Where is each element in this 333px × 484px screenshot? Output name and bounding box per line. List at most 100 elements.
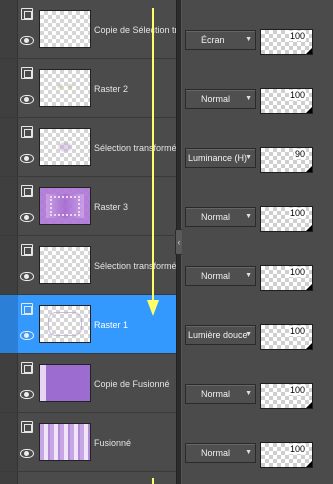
opacity-field[interactable]: 100	[260, 206, 313, 232]
blend-mode-value: Lumière douce	[188, 330, 248, 340]
opacity-value: 100	[288, 31, 306, 41]
layer-row[interactable]: Raster 2	[0, 59, 176, 118]
layer-thumbnail	[39, 423, 91, 461]
opacity-slider-handle[interactable]	[306, 461, 312, 467]
chevron-down-icon: ▼	[245, 272, 252, 279]
blend-mode-value: Normal	[201, 448, 231, 458]
opacity-slider-handle[interactable]	[306, 166, 312, 172]
annotation-arrow-line	[152, 8, 154, 304]
opacity-field[interactable]: 100	[260, 442, 313, 468]
blend-mode-value: Luminance (H)	[188, 153, 248, 163]
opacity-field[interactable]: 100	[260, 265, 313, 291]
chevron-down-icon: ▼	[245, 390, 252, 397]
row-gutter	[0, 354, 18, 412]
eye-icon[interactable]	[20, 390, 34, 399]
link-icon[interactable]	[21, 8, 33, 20]
eye-icon[interactable]	[20, 36, 34, 45]
layer-properties-row: Luminance (H) ▼ 90	[182, 128, 333, 187]
layer-properties-row: Normal ▼ 100	[182, 364, 333, 423]
opacity-slider-handle[interactable]	[306, 284, 312, 290]
link-icon[interactable]	[21, 185, 33, 197]
eye-icon[interactable]	[20, 272, 34, 281]
layer-thumbnail	[39, 246, 91, 284]
row-gutter	[0, 295, 18, 353]
layer-name[interactable]: Sélection transformée	[94, 261, 176, 271]
opacity-value: 100	[288, 385, 306, 395]
blend-mode-dropdown[interactable]: Luminance (H) ▼	[185, 148, 256, 168]
blend-mode-dropdown[interactable]: Normal ▼	[185, 89, 256, 109]
chevron-down-icon: ▼	[245, 36, 252, 43]
opacity-value: 100	[288, 90, 306, 100]
layer-name[interactable]: Raster 1	[94, 320, 176, 330]
link-icon[interactable]	[21, 126, 33, 138]
opacity-field[interactable]: 100	[260, 88, 313, 114]
blend-mode-value: Normal	[201, 271, 231, 281]
layer-name[interactable]: Copie de Sélection transformée	[94, 25, 176, 35]
layer-properties-row: Écran ▼ 100	[182, 10, 333, 69]
layer-row[interactable]: Copie de Sélection transformée	[0, 0, 176, 59]
layer-properties-row: Normal ▼ 100	[182, 69, 333, 128]
opacity-field[interactable]: 100	[260, 29, 313, 55]
opacity-slider-handle[interactable]	[306, 107, 312, 113]
link-icon[interactable]	[21, 421, 33, 433]
annotation-arrow-stub	[152, 478, 154, 484]
eye-icon[interactable]	[20, 331, 34, 340]
layer-row[interactable]: Sélection transformée	[0, 118, 176, 177]
layer-name[interactable]: Raster 3	[94, 202, 176, 212]
layer-name[interactable]: Raster 2	[94, 84, 176, 94]
layer-name[interactable]: Fusionné	[94, 438, 176, 448]
layer-name[interactable]: Sélection transformée	[94, 143, 176, 153]
link-icon[interactable]	[21, 362, 33, 374]
opacity-field[interactable]: 90	[260, 147, 313, 173]
opacity-field[interactable]: 100	[260, 383, 313, 409]
chevron-down-icon: ▼	[245, 95, 252, 102]
eye-icon[interactable]	[20, 213, 34, 222]
layer-thumbnail	[39, 10, 91, 48]
layer-row[interactable]: Copie de Fusionné	[0, 354, 176, 413]
blend-mode-value: Écran	[201, 35, 225, 45]
opacity-slider-handle[interactable]	[306, 343, 312, 349]
layer-row[interactable]: Raster 3	[0, 177, 176, 236]
row-gutter	[0, 118, 18, 176]
row-gutter	[0, 59, 18, 117]
opacity-slider-handle[interactable]	[306, 402, 312, 408]
blend-mode-dropdown[interactable]: Normal ▼	[185, 207, 256, 227]
chevron-left-icon: ‹	[177, 236, 181, 247]
blend-mode-dropdown[interactable]: Écran ▼	[185, 30, 256, 50]
blend-mode-value: Normal	[201, 389, 231, 399]
link-icon[interactable]	[21, 244, 33, 256]
opacity-value: 100	[288, 326, 306, 336]
blend-mode-value: Normal	[201, 212, 231, 222]
link-icon[interactable]	[21, 303, 33, 315]
layer-properties-row: Normal ▼ 100	[182, 187, 333, 246]
opacity-slider-handle[interactable]	[306, 225, 312, 231]
chevron-down-icon: ▼	[245, 213, 252, 220]
blend-mode-dropdown[interactable]: Normal ▼	[185, 384, 256, 404]
layer-name[interactable]: Copie de Fusionné	[94, 379, 176, 389]
opacity-value: 100	[288, 208, 306, 218]
opacity-value: 90	[293, 149, 306, 159]
layer-properties-row: Normal ▼ 100	[182, 246, 333, 305]
blend-mode-dropdown[interactable]: Lumière douce ▼	[185, 325, 256, 345]
chevron-down-icon: ▼	[245, 331, 252, 338]
annotation-arrow-head	[147, 300, 159, 316]
link-icon[interactable]	[21, 67, 33, 79]
layer-row[interactable]: Fusionné	[0, 413, 176, 472]
blend-mode-value: Normal	[201, 94, 231, 104]
opacity-field[interactable]: 100	[260, 324, 313, 350]
layer-thumbnail	[39, 69, 91, 107]
layer-row[interactable]: Sélection transformée	[0, 236, 176, 295]
layer-properties-row: Lumière douce ▼ 100	[182, 305, 333, 364]
chevron-down-icon: ▼	[245, 449, 252, 456]
eye-icon[interactable]	[20, 154, 34, 163]
eye-icon[interactable]	[20, 449, 34, 458]
eye-icon[interactable]	[20, 95, 34, 104]
layer-thumbnail	[39, 364, 91, 402]
chevron-down-icon: ▼	[245, 154, 252, 161]
blend-mode-dropdown[interactable]: Normal ▼	[185, 443, 256, 463]
opacity-value: 100	[288, 267, 306, 277]
opacity-slider-handle[interactable]	[306, 48, 312, 54]
layer-properties-row: Normal ▼ 100	[182, 423, 333, 482]
blend-mode-dropdown[interactable]: Normal ▼	[185, 266, 256, 286]
row-gutter	[0, 236, 18, 294]
